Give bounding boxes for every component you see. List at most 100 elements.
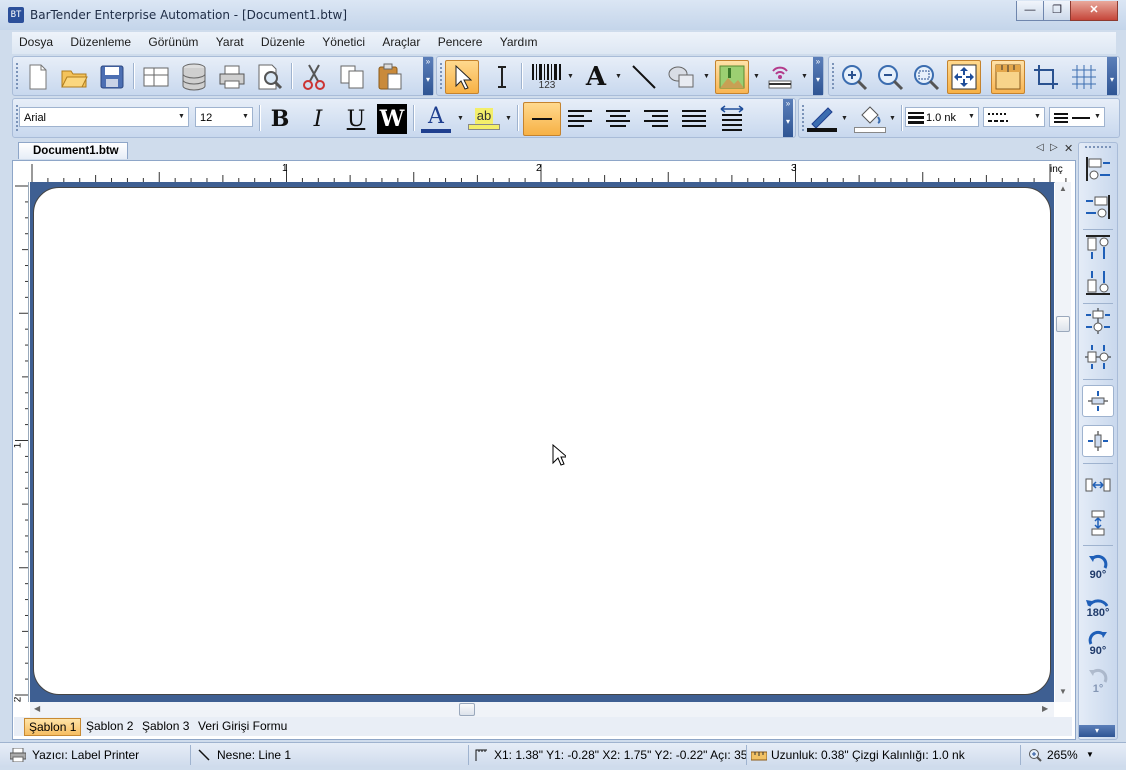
zoom-out-icon[interactable] <box>873 60 907 94</box>
menu-yardim[interactable]: Yardım <box>493 32 545 52</box>
rotate-left-90-button[interactable]: 90° <box>1082 551 1114 583</box>
center-vertically-on-label-icon[interactable] <box>1082 385 1114 417</box>
print-preview-icon[interactable] <box>253 60 287 94</box>
toolbar-overflow-chevron[interactable]: » ▾ <box>783 99 793 137</box>
toolbar-grip[interactable] <box>1085 146 1111 150</box>
menu-duzenle[interactable]: Düzenle <box>254 32 312 52</box>
save-icon[interactable] <box>95 60 129 94</box>
align-right-edges-icon[interactable] <box>1082 191 1114 223</box>
close-button[interactable]: ✕ <box>1070 1 1118 21</box>
toolbar-overflow-chevron[interactable]: » ▾ <box>813 57 823 95</box>
align-justify-icon[interactable] <box>677 102 711 136</box>
align-center-icon[interactable] <box>601 102 635 136</box>
status-zoom[interactable]: 265% <box>1047 746 1078 764</box>
rfid-dropdown-arrow[interactable]: ▼ <box>801 73 808 80</box>
menu-araclar[interactable]: Araçlar <box>375 32 427 52</box>
horizontal-scroll-thumb[interactable] <box>459 703 475 716</box>
bartender-app-icon[interactable]: BT <box>8 7 24 23</box>
menu-yarat[interactable]: Yarat <box>209 32 251 52</box>
align-left-edges-icon[interactable] <box>1082 153 1114 185</box>
select-pointer-icon[interactable] <box>445 60 479 94</box>
align-horizontal-centers-icon[interactable] <box>1082 305 1114 337</box>
menu-dosya[interactable]: Dosya <box>12 32 60 52</box>
align-bottoms-icon[interactable] <box>1082 267 1114 299</box>
toolbar-overflow-chevron[interactable]: ▾ <box>1079 725 1115 737</box>
cut-icon[interactable] <box>297 60 331 94</box>
document-tab[interactable]: Document1.btw <box>18 142 128 159</box>
toolbar-overflow-chevron[interactable]: ▾ <box>1107 57 1117 95</box>
space-horizontally-icon[interactable] <box>1082 469 1114 501</box>
picture-dropdown-arrow[interactable]: ▼ <box>753 73 760 80</box>
zoom-area-icon[interactable] <box>909 60 943 94</box>
font-color-dropdown-arrow[interactable]: ▼ <box>457 115 464 122</box>
rotate-custom-button[interactable]: 1° <box>1082 665 1114 697</box>
rotate-right-90-button[interactable]: 90° <box>1082 627 1114 659</box>
barcode-dropdown-arrow[interactable]: ▼ <box>567 73 574 80</box>
open-folder-icon[interactable] <box>57 60 91 94</box>
barcode-icon[interactable]: 123 <box>527 60 567 94</box>
chevron-down-icon[interactable]: ▼ <box>175 108 188 126</box>
line-style-select[interactable]: ▼ <box>983 107 1045 127</box>
zoom-icon[interactable] <box>1028 748 1042 762</box>
tab-sablon-3[interactable]: Şablon 3 <box>138 718 193 734</box>
scroll-down-icon[interactable]: ▼ <box>1059 687 1067 696</box>
fill-color-dropdown-arrow[interactable]: ▼ <box>889 115 896 122</box>
text-cursor-icon[interactable] <box>485 60 519 94</box>
scroll-left-icon[interactable]: ◀ <box>34 704 40 713</box>
menu-duzenleme[interactable]: Düzenleme <box>63 32 138 52</box>
fill-color-icon[interactable] <box>853 102 887 136</box>
tab-scroll-right-icon[interactable]: ▷ <box>1050 142 1058 153</box>
grid-icon[interactable] <box>1067 60 1101 94</box>
italic-button[interactable]: I <box>301 102 335 136</box>
menu-pencere[interactable]: Pencere <box>431 32 490 52</box>
chevron-down-icon[interactable]: ▼ <box>965 108 978 126</box>
line-color-dropdown-arrow[interactable]: ▼ <box>841 115 848 122</box>
bold-button[interactable]: B <box>263 102 297 136</box>
tab-sablon-2[interactable]: Şablon 2 <box>82 718 137 734</box>
page-setup-icon[interactable] <box>139 60 173 94</box>
highlight-color-button[interactable]: ab <box>467 102 501 136</box>
tab-veri-girisi-formu[interactable]: Veri Girişi Formu <box>194 718 291 734</box>
font-color-button[interactable]: A <box>419 102 453 136</box>
align-vertical-centers-icon[interactable] <box>1082 341 1114 373</box>
ruler-icon[interactable] <box>991 60 1025 94</box>
chevron-down-icon[interactable]: ▼ <box>1031 108 1044 126</box>
tab-scroll-left-icon[interactable]: ◁ <box>1036 142 1044 153</box>
zoom-fit-icon[interactable] <box>947 60 981 94</box>
paste-icon[interactable] <box>373 60 407 94</box>
copy-icon[interactable] <box>335 60 369 94</box>
print-icon[interactable] <box>215 60 249 94</box>
font-name-select[interactable]: Arial ▼ <box>19 107 189 127</box>
crop-marks-icon[interactable] <box>1029 60 1063 94</box>
picture-tool-icon[interactable] <box>715 60 749 94</box>
space-vertically-icon[interactable] <box>1082 507 1114 539</box>
text-tool-icon[interactable]: A <box>579 60 613 94</box>
align-left-icon[interactable] <box>563 102 597 136</box>
chevron-down-icon[interactable]: ▼ <box>239 108 252 126</box>
zoom-in-icon[interactable] <box>837 60 871 94</box>
align-right-icon[interactable] <box>639 102 673 136</box>
line-width-select[interactable]: 1.0 nk ▼ <box>905 107 979 127</box>
scroll-up-icon[interactable]: ▲ <box>1059 184 1067 193</box>
line-tool-icon[interactable] <box>627 60 661 94</box>
underline-button[interactable]: U <box>339 102 373 136</box>
label-template[interactable] <box>33 187 1051 695</box>
menu-gorunum[interactable]: Görünüm <box>141 32 205 52</box>
line-color-icon[interactable] <box>805 102 839 136</box>
vertical-scrollbar[interactable]: ▲ ▼ <box>1055 182 1071 702</box>
close-document-icon[interactable]: ✕ <box>1064 142 1073 155</box>
minimize-button[interactable]: — <box>1016 1 1044 21</box>
menu-yonetici[interactable]: Yönetici <box>315 32 372 52</box>
shape-dropdown-arrow[interactable]: ▼ <box>703 73 710 80</box>
text-dropdown-arrow[interactable]: ▼ <box>615 73 622 80</box>
new-document-icon[interactable] <box>21 60 55 94</box>
restore-button[interactable]: ❐ <box>1043 1 1071 21</box>
center-horizontally-on-label-icon[interactable] <box>1082 425 1114 457</box>
shape-tool-icon[interactable] <box>665 60 699 94</box>
zoom-dropdown-arrow[interactable]: ▼ <box>1086 746 1094 764</box>
horizontal-scrollbar[interactable]: ◀ ▶ <box>30 702 1054 717</box>
scroll-right-icon[interactable]: ▶ <box>1042 704 1048 713</box>
align-tops-icon[interactable] <box>1082 231 1114 263</box>
reverse-text-button[interactable]: W <box>375 102 409 136</box>
rfid-tool-icon[interactable] <box>763 60 797 94</box>
